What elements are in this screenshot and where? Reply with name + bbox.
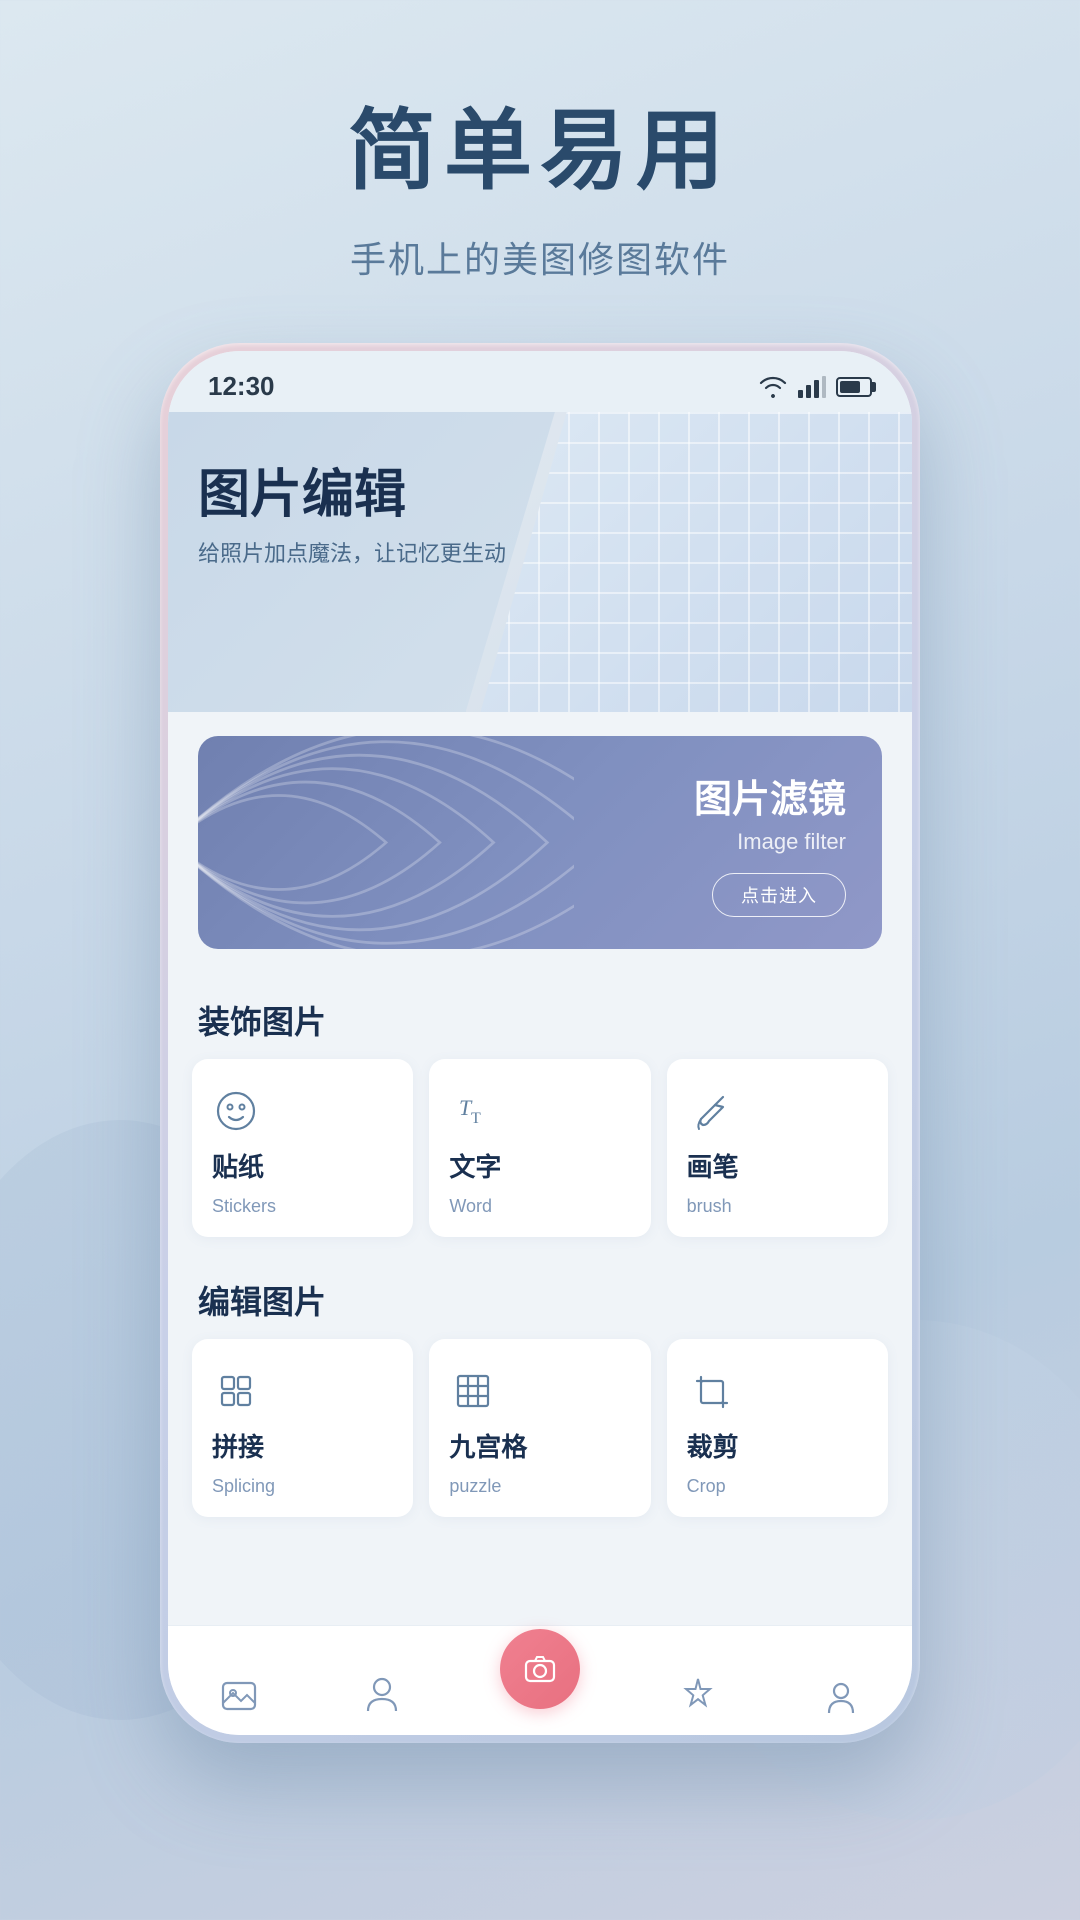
brush-name-en: brush [687,1196,732,1217]
section-title-decorate-part1: 装饰 [198,1004,262,1040]
gallery-icon [215,1671,263,1719]
brush-name-zh: 画笔 [687,1147,739,1184]
puzzle-name-zh: 九宫格 [449,1427,527,1464]
feature-card-stickers[interactable]: 贴纸 Stickers [192,1059,413,1237]
text-icon: T T [449,1087,497,1135]
profile-icon [817,1671,865,1719]
crop-name-en: Crop [687,1476,726,1497]
page-subtitle: 手机上的美图修图软件 [350,231,730,283]
filter-waves [198,736,574,949]
hero-description: 给照片加点魔法，让记忆更生动 [198,539,506,570]
nav-item-gallery[interactable] [215,1671,263,1719]
signal-icon [798,376,826,398]
phone-inner: 12:30 [168,351,912,1735]
feature-card-crop[interactable]: 裁剪 Crop [667,1339,888,1517]
decorate-feature-grid: 贴纸 Stickers T T 文字 Word [168,1059,912,1253]
stickers-name-en: Stickers [212,1196,276,1217]
phone-scroll-area[interactable]: 图片编辑 给照片加点魔法，让记忆更生动 [168,412,912,1624]
status-time: 12:30 [208,371,275,402]
svg-text:T: T [471,1110,481,1127]
section-title-edit-part2: 图片 [262,1284,326,1320]
bottom-nav [168,1625,912,1735]
phone-mockup: 12:30 [160,343,920,1743]
page-content: 简单易用 手机上的美图修图软件 12:30 [0,0,1080,1743]
page-headline: 简单易用 [348,80,732,207]
nav-item-profile[interactable] [817,1671,865,1719]
feature-card-word[interactable]: T T 文字 Word [429,1059,650,1237]
person-icon [358,1671,406,1719]
section-title-decorate: 装饰图片 [168,973,912,1059]
sticker-icon [212,1087,260,1135]
crop-name-zh: 裁剪 [687,1427,739,1464]
section-title-decorate-part2: 图片 [262,1004,326,1040]
hero-section: 图片编辑 给照片加点魔法，让记忆更生动 [168,412,912,712]
section-title-edit: 编辑图片 [168,1253,912,1339]
status-bar: 12:30 [168,351,912,412]
feature-card-brush[interactable]: 画笔 brush [667,1059,888,1237]
wifi-icon [758,376,788,398]
status-icons [758,376,872,398]
puzzle-name-en: puzzle [449,1476,501,1497]
camera-icon [522,1651,558,1687]
nav-center-camera-button[interactable] [500,1629,580,1709]
brush-icon [687,1087,735,1135]
filter-enter-button[interactable]: 点击进入 [712,873,846,917]
splice-icon [212,1367,260,1415]
filter-subtitle: Image filter [694,829,846,855]
feature-card-puzzle[interactable]: 九宫格 puzzle [429,1339,650,1517]
nav-item-person[interactable] [358,1671,406,1719]
filter-title: 图片滤镜 [694,768,846,823]
word-name-en: Word [449,1196,492,1217]
section-title-edit-part1: 编辑 [198,1284,262,1320]
word-name-zh: 文字 [449,1147,501,1184]
puzzle-icon [449,1367,497,1415]
filter-banner-content: 图片滤镜 Image filter 点击进入 [694,768,846,917]
hero-title: 图片编辑 [198,452,506,527]
splicing-name-en: Splicing [212,1476,275,1497]
battery-icon [836,377,872,397]
nav-item-effects[interactable] [674,1671,722,1719]
effects-icon [674,1671,722,1719]
crop-icon [687,1367,735,1415]
edit-feature-grid: 拼接 Splicing 九宫格 puzzle [168,1339,912,1533]
filter-banner[interactable]: 图片滤镜 Image filter 点击进入 [198,736,882,949]
splicing-name-zh: 拼接 [212,1427,264,1464]
stickers-name-zh: 贴纸 [212,1147,264,1184]
feature-card-splicing[interactable]: 拼接 Splicing [192,1339,413,1517]
hero-text: 图片编辑 给照片加点魔法，让记忆更生动 [198,452,506,570]
